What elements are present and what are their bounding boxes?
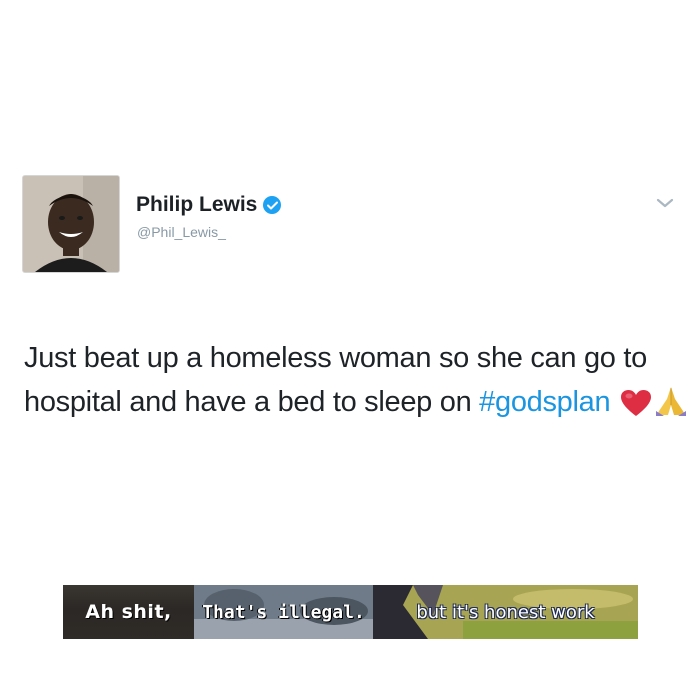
avatar-photo — [23, 176, 119, 272]
caption-text-1: Ah shit, — [85, 601, 172, 623]
user-handle[interactable]: @Phil_Lewis_ — [137, 224, 226, 240]
heart-emoji-icon — [620, 386, 652, 430]
hashtag-link[interactable]: #godsplan — [479, 386, 610, 418]
display-name-row: Philip Lewis — [136, 193, 282, 217]
caption-segment-3: but it's honest work — [373, 585, 638, 639]
caption-segment-2: That's illegal. — [194, 585, 373, 639]
tweet-card: Philip Lewis @Phil_Lewis_ Just beat up a… — [0, 0, 700, 570]
meme-caption-bar: Ah shit, That's illegal. but it's honest… — [63, 585, 638, 639]
display-name[interactable]: Philip Lewis — [136, 193, 257, 217]
avatar[interactable] — [22, 175, 120, 273]
verified-badge-icon — [263, 196, 282, 214]
caption-segment-1: Ah shit, — [63, 585, 194, 639]
caption-text-3: but it's honest work — [416, 601, 595, 623]
praying-hands-emoji-icon — [654, 385, 688, 430]
tweet-text: Just beat up a homeless woman so she can… — [24, 336, 694, 430]
caption-text-2: That's illegal. — [202, 601, 365, 623]
chevron-down-icon[interactable] — [654, 195, 676, 211]
